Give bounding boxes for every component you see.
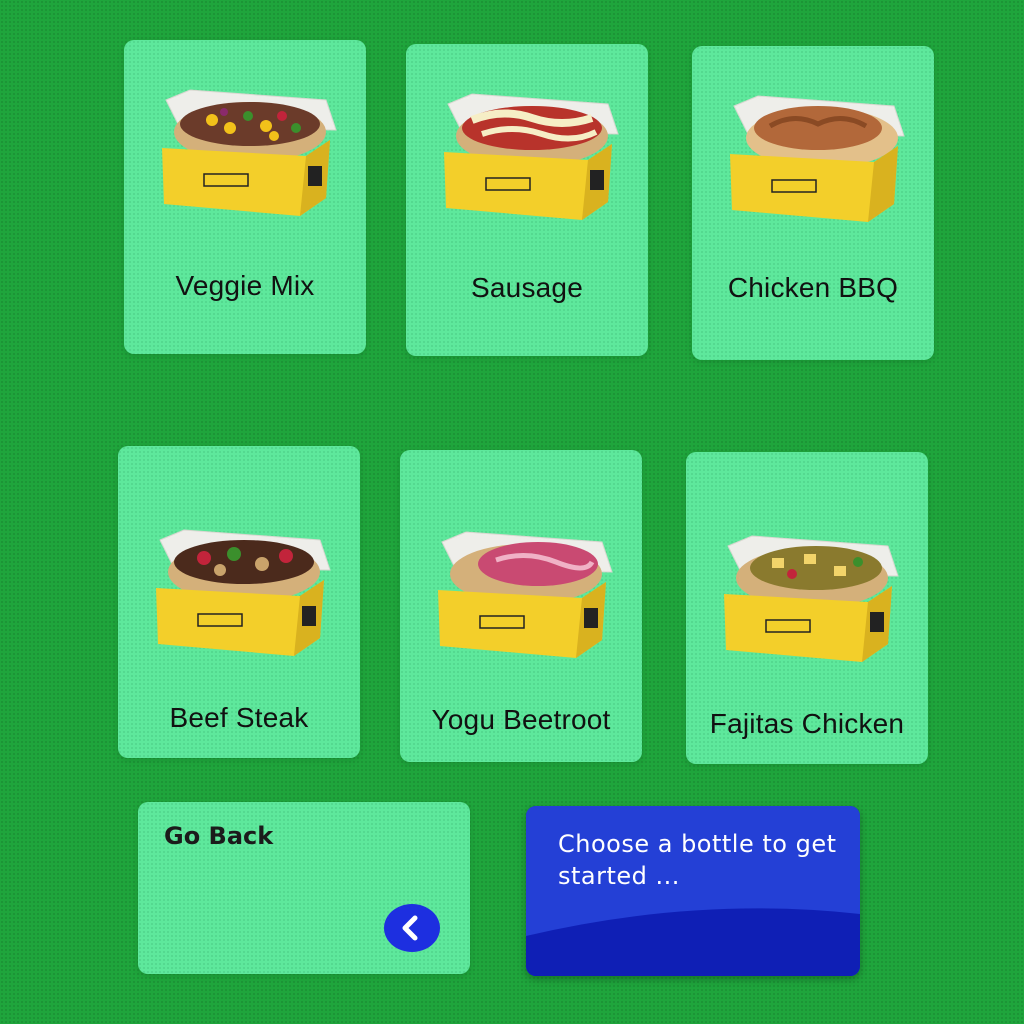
veggie-mix-image — [162, 89, 337, 216]
menu-item-label: Fajitas Chicken — [709, 708, 905, 739]
cta-message: Choose a bottle to get started ... — [558, 830, 837, 890]
menu-item-label: Sausage — [471, 272, 583, 303]
menu-item-label: Chicken BBQ — [727, 272, 899, 303]
beef-steak-image — [156, 529, 331, 656]
menu-item-label: Beef Steak — [169, 702, 309, 733]
menu-item-chicken-bbq[interactable]: Chicken BBQ — [692, 46, 934, 360]
go-back-label: Go Back — [164, 822, 274, 850]
sausage-image — [444, 93, 619, 220]
menu-item-label: Yogu Beetroot — [431, 704, 611, 735]
chevron-left-icon[interactable] — [384, 904, 440, 952]
menu-item-beef-steak[interactable]: Beef Steak — [118, 446, 360, 758]
chicken-bbq-image — [730, 95, 905, 222]
menu-item-yogu-beetroot[interactable]: Yogu Beetroot — [400, 450, 642, 762]
cta-panel: Choose a bottle to get started ... — [526, 806, 860, 976]
yogu-beetroot-image — [438, 531, 613, 658]
go-back-button[interactable]: Go Back — [138, 802, 470, 974]
fajitas-chicken-image — [724, 535, 899, 662]
menu-item-veggie-mix[interactable]: Veggie Mix — [124, 40, 366, 354]
menu-item-label: Veggie Mix — [175, 270, 315, 301]
menu-item-fajitas-chicken[interactable]: Fajitas Chicken — [686, 452, 928, 764]
menu-item-sausage[interactable]: Sausage — [406, 44, 648, 356]
